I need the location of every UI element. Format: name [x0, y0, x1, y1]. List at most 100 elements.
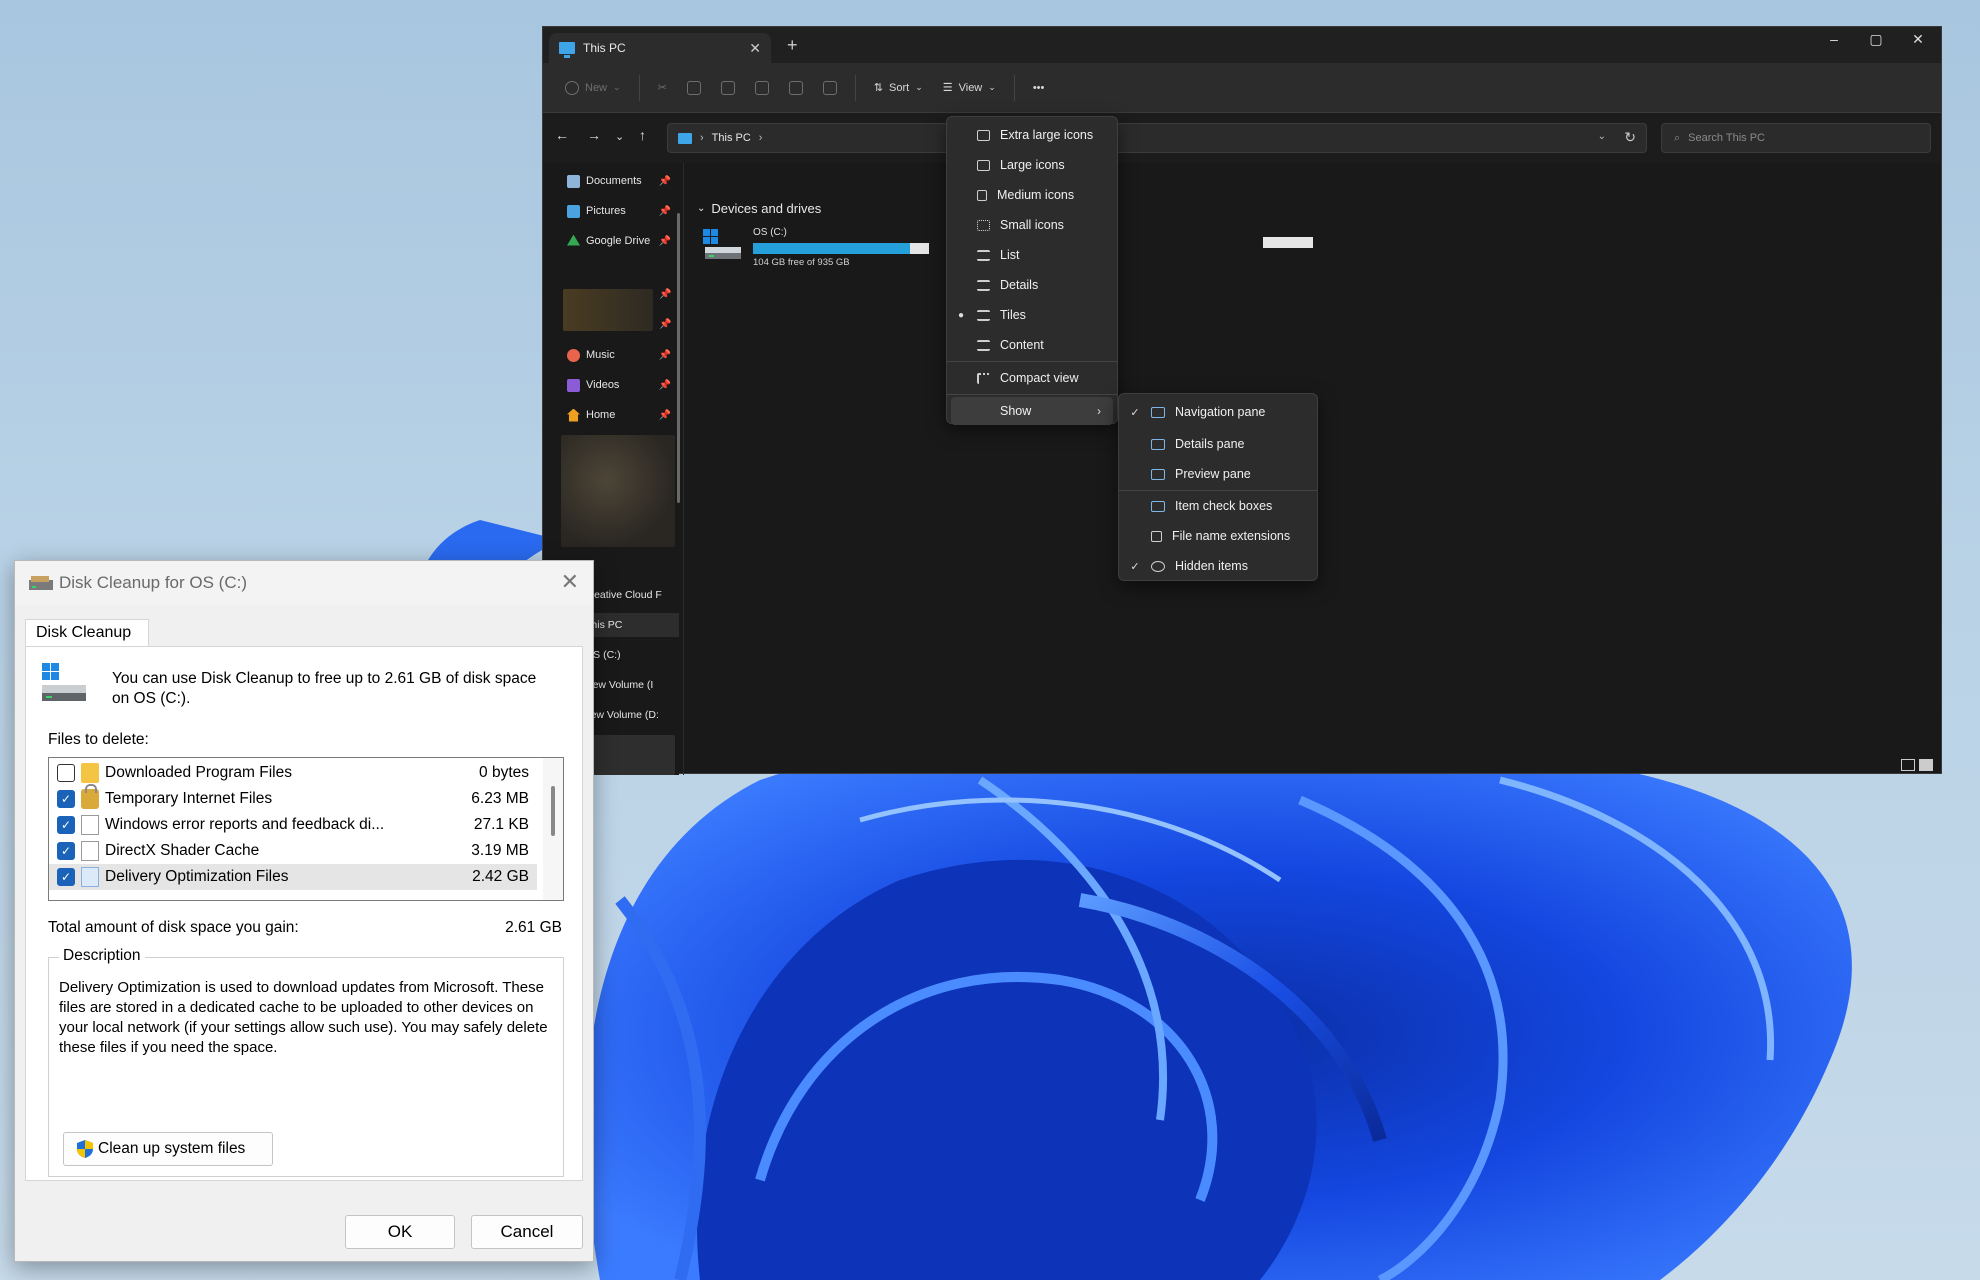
toolbar-divider: [854, 74, 856, 101]
chevron-down-icon: ⌄: [915, 82, 923, 92]
nav-item-music[interactable]: Music 📌: [567, 343, 671, 367]
nav-item-home[interactable]: Home 📌: [567, 403, 671, 427]
show-file-name-extensions[interactable]: File name extensions: [1123, 522, 1313, 550]
nav-item-new-volume-i[interactable]: New Volume (I: [585, 673, 689, 697]
paste-button[interactable]: [713, 73, 743, 103]
new-button[interactable]: New ⌄: [557, 73, 629, 103]
dialog-title: Disk Cleanup for OS (C:): [59, 573, 247, 592]
drive-os-c[interactable]: OS (C:) 104 GB free of 935 GB: [703, 227, 943, 277]
videos-icon: [567, 378, 580, 392]
list-item[interactable]: ✓ Temporary Internet Files 6.23 MB: [49, 784, 537, 812]
menu-item-label: File name extensions: [1172, 529, 1291, 543]
address-row: ← → ⌄ ↑ › This PC › ⌄ ↻ ⌕ Search This PC: [543, 113, 1941, 163]
checkbox[interactable]: ✓: [57, 816, 75, 834]
view-label: View: [958, 81, 983, 94]
show-details-pane[interactable]: Details pane: [1123, 430, 1313, 458]
view-tiles[interactable]: ● Tiles: [951, 301, 1113, 329]
close-window-button[interactable]: ✕: [1903, 31, 1933, 48]
address-dropdown-icon[interactable]: ⌄: [1598, 131, 1606, 142]
nav-item-pictures[interactable]: Pictures 📌: [567, 199, 671, 223]
show-hidden-items[interactable]: ✓ Hidden items: [1123, 552, 1313, 580]
view-compact-view[interactable]: Compact view: [951, 364, 1113, 392]
more-options-button[interactable]: •••: [1025, 73, 1053, 103]
up-arrow-icon[interactable]: ↑: [639, 127, 646, 143]
tiles-view-icon[interactable]: [1919, 759, 1933, 771]
nav-item-label: Creative Cloud F: [583, 589, 662, 601]
cancel-button[interactable]: Cancel: [471, 1215, 583, 1249]
refresh-icon[interactable]: ↻: [1624, 129, 1636, 146]
close-icon[interactable]: ✕: [561, 569, 579, 595]
nav-item-creative-cloud[interactable]: Creative Cloud F: [583, 583, 687, 607]
menu-item-label: Hidden items: [1175, 559, 1248, 573]
rename-button[interactable]: [747, 73, 777, 103]
view-button[interactable]: ☰ View ⌄: [935, 73, 1004, 103]
view-show-submenu[interactable]: Show ›: [951, 397, 1113, 425]
cut-button[interactable]: ✂: [650, 73, 675, 103]
view-list[interactable]: List: [951, 241, 1113, 269]
menu-item-label: Large icons: [1000, 158, 1065, 172]
close-tab-icon[interactable]: ✕: [749, 40, 761, 57]
nav-item-new-volume-d[interactable]: New Volume (D:: [583, 703, 687, 727]
drive-usage-fill: [753, 243, 910, 254]
nav-item-os-c[interactable]: OS (C:): [585, 643, 689, 667]
back-arrow-icon[interactable]: ←: [555, 127, 569, 143]
pin-icon: 📌: [658, 235, 671, 247]
hard-drive-icon: [703, 229, 741, 259]
view-content[interactable]: Content: [951, 331, 1113, 359]
copy-button[interactable]: [679, 73, 709, 103]
delete-button[interactable]: [815, 73, 845, 103]
view-extra-large-icons[interactable]: Extra large icons: [951, 121, 1113, 149]
list-item[interactable]: ✓ DirectX Shader Cache 3.19 MB: [49, 838, 537, 864]
checkbox[interactable]: ✓: [57, 842, 75, 860]
toolbar-divider: [638, 74, 640, 101]
pane-divider[interactable]: [683, 163, 684, 775]
nav-item-google-drive[interactable]: Google Drive 📌: [567, 229, 671, 253]
share-button[interactable]: [781, 73, 811, 103]
nav-item-this-pc[interactable]: This PC: [579, 613, 679, 637]
tab-this-pc[interactable]: This PC ✕: [549, 33, 771, 63]
sort-button[interactable]: ⇅ Sort ⌄: [866, 73, 931, 103]
tab-disk-cleanup[interactable]: Disk Cleanup: [25, 619, 149, 647]
scrollbar-thumb[interactable]: [551, 786, 555, 836]
nav-item-label: Documents: [586, 175, 642, 187]
search-input[interactable]: ⌕ Search This PC: [1661, 123, 1931, 153]
minimize-button[interactable]: –: [1819, 31, 1849, 47]
nav-item-documents[interactable]: Documents 📌: [567, 169, 671, 193]
view-small-icons[interactable]: Small icons: [951, 211, 1113, 239]
recent-locations-icon[interactable]: ⌄: [615, 130, 624, 143]
navigation-scrollbar[interactable]: [677, 213, 680, 503]
list-item[interactable]: ✓ Delivery Optimization Files 2.42 GB: [49, 864, 537, 890]
menu-item-label: Extra large icons: [1000, 128, 1094, 142]
breadcrumb-this-pc[interactable]: This PC: [712, 132, 751, 144]
new-tab-button[interactable]: +: [787, 35, 798, 56]
view-large-icons[interactable]: Large icons: [951, 151, 1113, 179]
address-bar[interactable]: › This PC › ⌄ ↻: [667, 123, 1647, 153]
chevron-right-icon: ›: [700, 132, 704, 144]
chevron-right-icon[interactable]: ›: [759, 132, 763, 144]
details-view-icon[interactable]: [1901, 759, 1915, 771]
drive-free-space: 104 GB free of 935 GB: [753, 257, 850, 268]
checkbox[interactable]: ✓: [57, 868, 75, 886]
show-item-check-boxes[interactable]: Item check boxes: [1123, 492, 1313, 520]
view-medium-icons[interactable]: Medium icons: [951, 181, 1113, 209]
clean-up-system-files-button[interactable]: Clean up system files: [63, 1132, 273, 1166]
folder-icon: [81, 763, 99, 783]
nav-item-videos[interactable]: Videos 📌: [567, 373, 671, 397]
home-icon: [567, 408, 580, 422]
list-scrollbar[interactable]: [543, 758, 563, 900]
nav-item-label: Pictures: [586, 205, 626, 217]
checkbox[interactable]: ✓: [57, 790, 75, 808]
view-details[interactable]: Details: [951, 271, 1113, 299]
checkbox[interactable]: [57, 764, 75, 782]
list-item[interactable]: Downloaded Program Files 0 bytes: [49, 760, 537, 786]
show-preview-pane[interactable]: Preview pane: [1123, 460, 1313, 488]
forward-arrow-icon[interactable]: →: [587, 127, 601, 143]
maximize-button[interactable]: ▢: [1861, 31, 1891, 48]
file-category-size: 3.19 MB: [471, 842, 529, 859]
devices-group-header[interactable]: ⌄ Devices and drives: [697, 201, 821, 216]
show-navigation-pane[interactable]: ✓ Navigation pane: [1123, 398, 1313, 426]
list-item[interactable]: ✓ Windows error reports and feedback di.…: [49, 812, 537, 838]
ok-button[interactable]: OK: [345, 1215, 455, 1249]
file-category-size: 0 bytes: [479, 764, 529, 781]
medium-icons-icon: [977, 189, 987, 201]
